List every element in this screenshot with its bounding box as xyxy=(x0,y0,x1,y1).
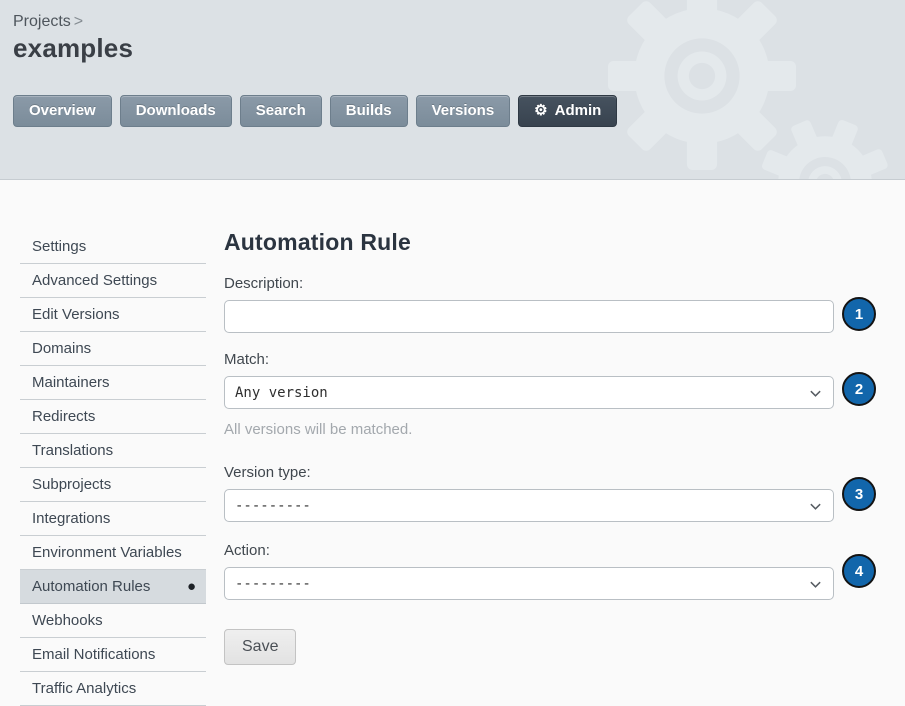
save-button[interactable]: Save xyxy=(224,629,296,665)
automation-rule-form: Automation Rule Description: Match: Any … xyxy=(224,229,834,665)
sidebar-item-automation-rules[interactable]: Automation Rules ● xyxy=(20,570,206,604)
sidebar-item-label: Translations xyxy=(32,434,113,467)
description-label: Description: xyxy=(224,275,834,292)
sidebar-item-advanced-settings[interactable]: Advanced Settings xyxy=(20,264,206,298)
sidebar-item-integrations[interactable]: Integrations xyxy=(20,502,206,536)
gear-watermark-icon xyxy=(760,118,890,180)
chevron-down-icon xyxy=(809,578,822,591)
sidebar-item-label: Advanced Settings xyxy=(32,264,157,297)
action-select[interactable]: --------- xyxy=(224,567,834,600)
version-type-label: Version type: xyxy=(224,464,834,481)
sidebar-item-redirects[interactable]: Redirects xyxy=(20,400,206,434)
tab-versions[interactable]: Versions xyxy=(416,95,511,127)
admin-sidebar: Settings Advanced Settings Edit Versions… xyxy=(20,230,206,706)
tab-search[interactable]: Search xyxy=(240,95,322,127)
chevron-down-icon xyxy=(809,387,822,400)
match-select-value: Any version xyxy=(235,385,328,401)
action-label: Action: xyxy=(224,542,834,559)
annotation-marker-2: 2 xyxy=(842,372,876,406)
annotation-marker-3: 3 xyxy=(842,477,876,511)
tab-admin[interactable]: ⚙ Admin xyxy=(518,95,617,127)
action-select-value: --------- xyxy=(235,576,311,592)
breadcrumb: Projects> xyxy=(13,13,83,31)
page-title: examples xyxy=(13,33,133,64)
breadcrumb-projects-link[interactable]: Projects xyxy=(13,13,71,30)
sidebar-item-settings[interactable]: Settings xyxy=(20,230,206,264)
annotation-marker-4: 4 xyxy=(842,554,876,588)
annotation-marker-1: 1 xyxy=(842,297,876,331)
sidebar-item-label: Webhooks xyxy=(32,604,103,637)
sidebar-item-environment-variables[interactable]: Environment Variables xyxy=(20,536,206,570)
sidebar-item-label: Integrations xyxy=(32,502,110,535)
sidebar-item-label: Traffic Analytics xyxy=(32,672,136,705)
sidebar-item-subprojects[interactable]: Subprojects xyxy=(20,468,206,502)
sidebar-item-email-notifications[interactable]: Email Notifications xyxy=(20,638,206,672)
project-header: Projects> examples Overview Downloads Se… xyxy=(0,0,905,180)
sidebar-item-traffic-analytics[interactable]: Traffic Analytics xyxy=(20,672,206,706)
match-select[interactable]: Any version xyxy=(224,376,834,409)
sidebar-item-maintainers[interactable]: Maintainers xyxy=(20,366,206,400)
project-tabs: Overview Downloads Search Builds Version… xyxy=(13,95,617,127)
match-help-text: All versions will be matched. xyxy=(224,421,834,438)
active-page-dot-icon: ● xyxy=(187,579,196,594)
tab-admin-label: Admin xyxy=(555,102,602,119)
tab-builds[interactable]: Builds xyxy=(330,95,408,127)
tab-downloads[interactable]: Downloads xyxy=(120,95,232,127)
tab-overview[interactable]: Overview xyxy=(13,95,112,127)
sidebar-item-label: Edit Versions xyxy=(32,298,120,331)
sidebar-item-label: Environment Variables xyxy=(32,536,182,569)
sidebar-item-label: Automation Rules xyxy=(32,570,150,603)
sidebar-item-label: Subprojects xyxy=(32,468,111,501)
version-type-select-value: --------- xyxy=(235,498,311,514)
chevron-down-icon xyxy=(809,500,822,513)
breadcrumb-separator: > xyxy=(74,13,83,30)
match-label: Match: xyxy=(224,351,834,368)
gear-icon: ⚙ xyxy=(534,103,547,118)
sidebar-item-label: Maintainers xyxy=(32,366,110,399)
version-type-select[interactable]: --------- xyxy=(224,489,834,522)
form-title: Automation Rule xyxy=(224,229,834,256)
sidebar-item-label: Domains xyxy=(32,332,91,365)
sidebar-item-label: Settings xyxy=(32,230,86,263)
sidebar-item-translations[interactable]: Translations xyxy=(20,434,206,468)
sidebar-item-label: Email Notifications xyxy=(32,638,155,671)
sidebar-item-domains[interactable]: Domains xyxy=(20,332,206,366)
sidebar-item-webhooks[interactable]: Webhooks xyxy=(20,604,206,638)
sidebar-item-label: Redirects xyxy=(32,400,95,433)
sidebar-item-edit-versions[interactable]: Edit Versions xyxy=(20,298,206,332)
description-input[interactable] xyxy=(224,300,834,333)
